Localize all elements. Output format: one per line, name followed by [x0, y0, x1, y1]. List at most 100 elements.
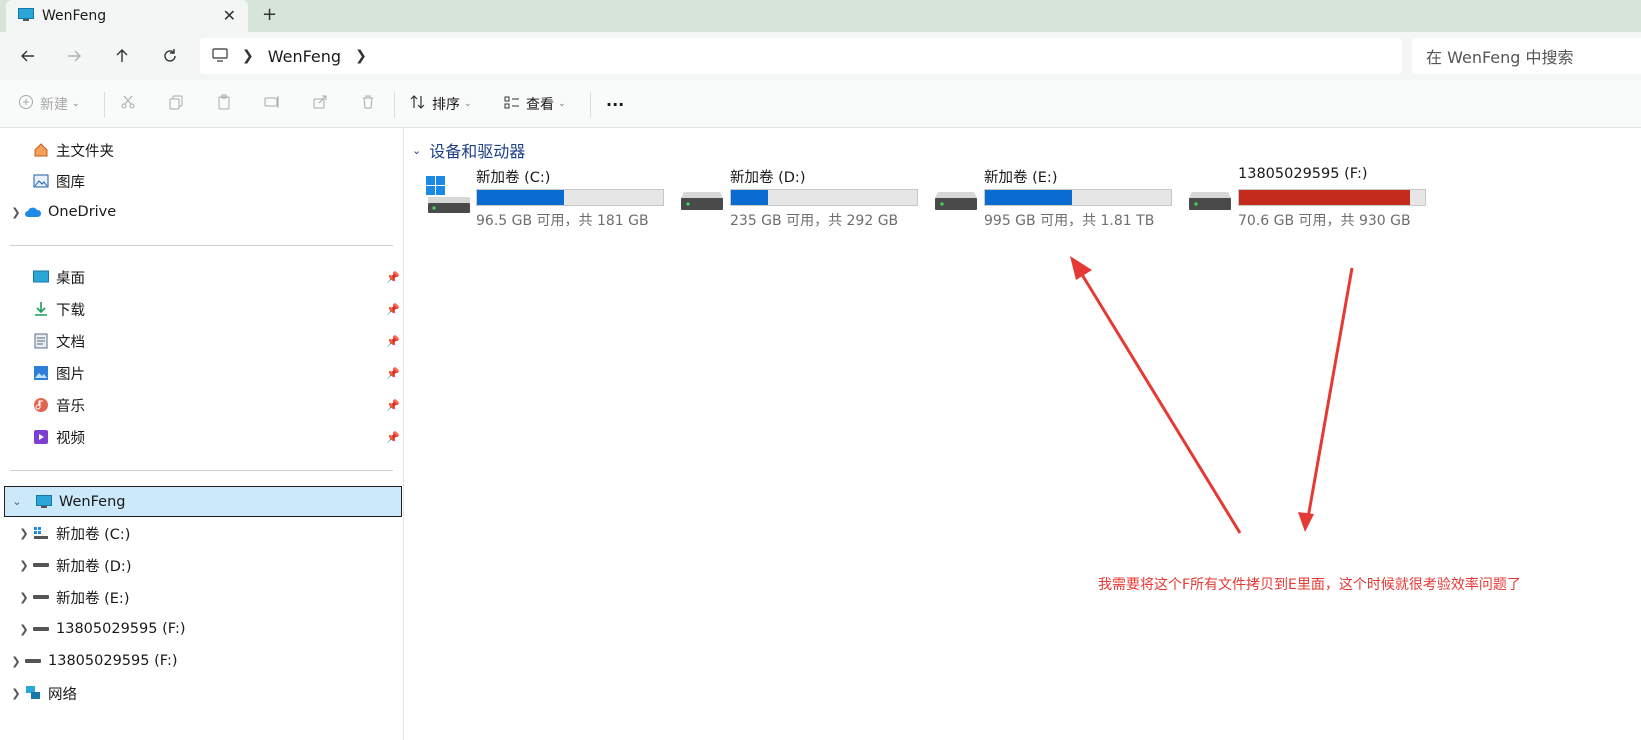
command-bar: 新建 ⌄ 排序 ⌄ 查看 ⌄ ···: [0, 80, 1641, 128]
sort-button[interactable]: 排序 ⌄: [410, 92, 472, 116]
chevron-down-icon: ⌄: [72, 99, 80, 109]
drive-usage-fill: [477, 190, 565, 205]
chevron-right-icon[interactable]: ❯: [16, 591, 32, 604]
sidebar-item-label: 新加卷 (D:): [56, 558, 132, 575]
drive-tile-c[interactable]: 新加卷 (C:) 96.5 GB 可用，共 181 GB: [426, 166, 666, 229]
sidebar-item-gallery[interactable]: 图库: [16, 166, 85, 196]
forward-icon[interactable]: [62, 44, 86, 68]
drive-usage-fill: [731, 190, 769, 205]
sidebar-item-onedrive[interactable]: ❯ OneDrive: [8, 197, 116, 227]
drive-name: 13805029595 (F:): [1238, 166, 1368, 182]
breadcrumb-wenfeng[interactable]: WenFeng: [268, 47, 341, 66]
pin-icon[interactable]: 📌: [386, 303, 400, 316]
drive-tile-e[interactable]: 新加卷 (E:) 995 GB 可用，共 1.81 TB: [934, 166, 1174, 229]
sort-label: 排序: [432, 97, 460, 113]
drive-tile-f[interactable]: 13805029595 (F:) 70.6 GB 可用，共 930 GB: [1188, 166, 1428, 229]
share-button[interactable]: [312, 92, 328, 116]
pin-icon[interactable]: 📌: [386, 431, 400, 444]
sidebar-item-label: 图片: [56, 366, 85, 383]
share-icon: [312, 94, 328, 114]
copy-button[interactable]: [168, 92, 184, 116]
sidebar-item-home[interactable]: 主文件夹: [16, 135, 114, 165]
sidebar-item-label: 新加卷 (E:): [56, 590, 130, 607]
divider: [10, 245, 393, 246]
chevron-down-icon[interactable]: ⌄: [9, 495, 25, 508]
network-icon: [24, 684, 42, 702]
annotation-arrow-to-e: [1070, 256, 1242, 534]
chevron-right-icon[interactable]: ❯: [8, 655, 24, 668]
sidebar-item-label: 主文件夹: [56, 143, 114, 160]
up-icon[interactable]: [110, 44, 134, 68]
sidebar-item-label: 13805029595 (F:): [56, 621, 186, 637]
rename-icon: [264, 94, 280, 114]
sidebar-item-pictures[interactable]: 图片: [16, 358, 85, 388]
section-devices-header[interactable]: ⌄ 设备和驱动器: [412, 138, 525, 162]
file-explorer-window: WenFeng ✕ + ❯ WenFeng ❯ 在 WenFeng 中搜索 新建…: [0, 0, 1641, 740]
breadcrumb-chevron-icon[interactable]: ❯: [355, 48, 367, 64]
pin-icon[interactable]: 📌: [386, 399, 400, 412]
more-options-button[interactable]: ···: [606, 92, 624, 116]
drive-icon: [32, 588, 50, 606]
drive-icon: [1188, 176, 1232, 220]
trash-icon: [360, 94, 376, 114]
chevron-right-icon[interactable]: ❯: [16, 559, 32, 572]
sidebar-item-downloads[interactable]: 下载: [16, 294, 85, 324]
annotation-text: 我需要将这个F所有文件拷贝到E里面，这个时候就很考验效率问题了: [1098, 577, 1521, 593]
new-tab-button[interactable]: +: [262, 4, 277, 25]
new-button[interactable]: 新建 ⌄: [18, 92, 80, 116]
sidebar-item-label: WenFeng: [59, 493, 126, 510]
this-pc-icon: [212, 47, 228, 66]
copy-icon: [168, 94, 184, 114]
gallery-icon: [32, 172, 50, 190]
cloud-icon: [24, 203, 42, 221]
tab-wenfeng[interactable]: WenFeng ✕: [6, 0, 248, 32]
sidebar-item-label: 音乐: [56, 398, 85, 415]
divider: [10, 470, 393, 471]
address-bar[interactable]: ❯ WenFeng ❯: [200, 38, 1402, 74]
cut-button[interactable]: [120, 92, 136, 116]
drive-space-info: 70.6 GB 可用，共 930 GB: [1238, 213, 1411, 229]
music-icon: [32, 396, 50, 414]
sidebar-item-drive-c[interactable]: ❯ 新加卷 (C:): [16, 518, 130, 548]
sidebar-item-external-drive[interactable]: ❯ 13805029595 (F:): [8, 646, 177, 676]
drive-usage-fill: [1239, 190, 1411, 205]
breadcrumb-chevron-icon[interactable]: ❯: [242, 48, 254, 64]
pin-icon[interactable]: 📌: [386, 271, 400, 284]
chevron-right-icon[interactable]: ❯: [16, 623, 32, 636]
sidebar-item-this-pc[interactable]: ⌄ WenFeng: [4, 486, 402, 517]
chevron-right-icon[interactable]: ❯: [16, 527, 32, 540]
search-input[interactable]: 在 WenFeng 中搜索: [1412, 38, 1641, 74]
sidebar-item-label: 下载: [56, 302, 85, 319]
clipboard-icon: [216, 94, 232, 114]
drive-name: 新加卷 (D:): [730, 170, 806, 186]
download-icon: [32, 300, 50, 318]
sidebar-item-drive-e[interactable]: ❯ 新加卷 (E:): [16, 582, 129, 612]
sidebar-item-network[interactable]: ❯ 网络: [8, 678, 77, 708]
rename-button[interactable]: [264, 92, 280, 116]
chevron-right-icon[interactable]: ❯: [8, 206, 24, 219]
home-icon: [32, 141, 50, 159]
drive-usage-bar: [730, 189, 918, 206]
close-tab-icon[interactable]: ✕: [223, 6, 236, 25]
chevron-right-icon[interactable]: ❯: [8, 687, 24, 700]
back-icon[interactable]: [16, 44, 40, 68]
address-row: ❯ WenFeng ❯ 在 WenFeng 中搜索: [0, 32, 1641, 80]
pin-icon[interactable]: 📌: [386, 335, 400, 348]
pin-icon[interactable]: 📌: [386, 367, 400, 380]
plus-circle-icon: [18, 94, 34, 114]
drive-tile-d[interactable]: 新加卷 (D:) 235 GB 可用，共 292 GB: [680, 166, 920, 229]
sidebar-item-label: 视频: [56, 430, 85, 447]
sidebar-item-desktop[interactable]: 桌面: [16, 262, 85, 292]
delete-button[interactable]: [360, 92, 376, 116]
sidebar-item-videos[interactable]: 视频: [16, 422, 85, 452]
sidebar-item-drive-f[interactable]: ❯ 13805029595 (F:): [16, 614, 186, 644]
sidebar-item-documents[interactable]: 文档: [16, 326, 85, 356]
sidebar-item-drive-d[interactable]: ❯ 新加卷 (D:): [16, 550, 131, 580]
refresh-icon[interactable]: [158, 44, 182, 68]
divider: [394, 92, 395, 118]
view-button[interactable]: 查看 ⌄: [504, 92, 566, 116]
sidebar-item-music[interactable]: 音乐: [16, 390, 85, 420]
paste-button[interactable]: [216, 92, 232, 116]
video-icon: [32, 428, 50, 446]
divider: [590, 92, 591, 118]
